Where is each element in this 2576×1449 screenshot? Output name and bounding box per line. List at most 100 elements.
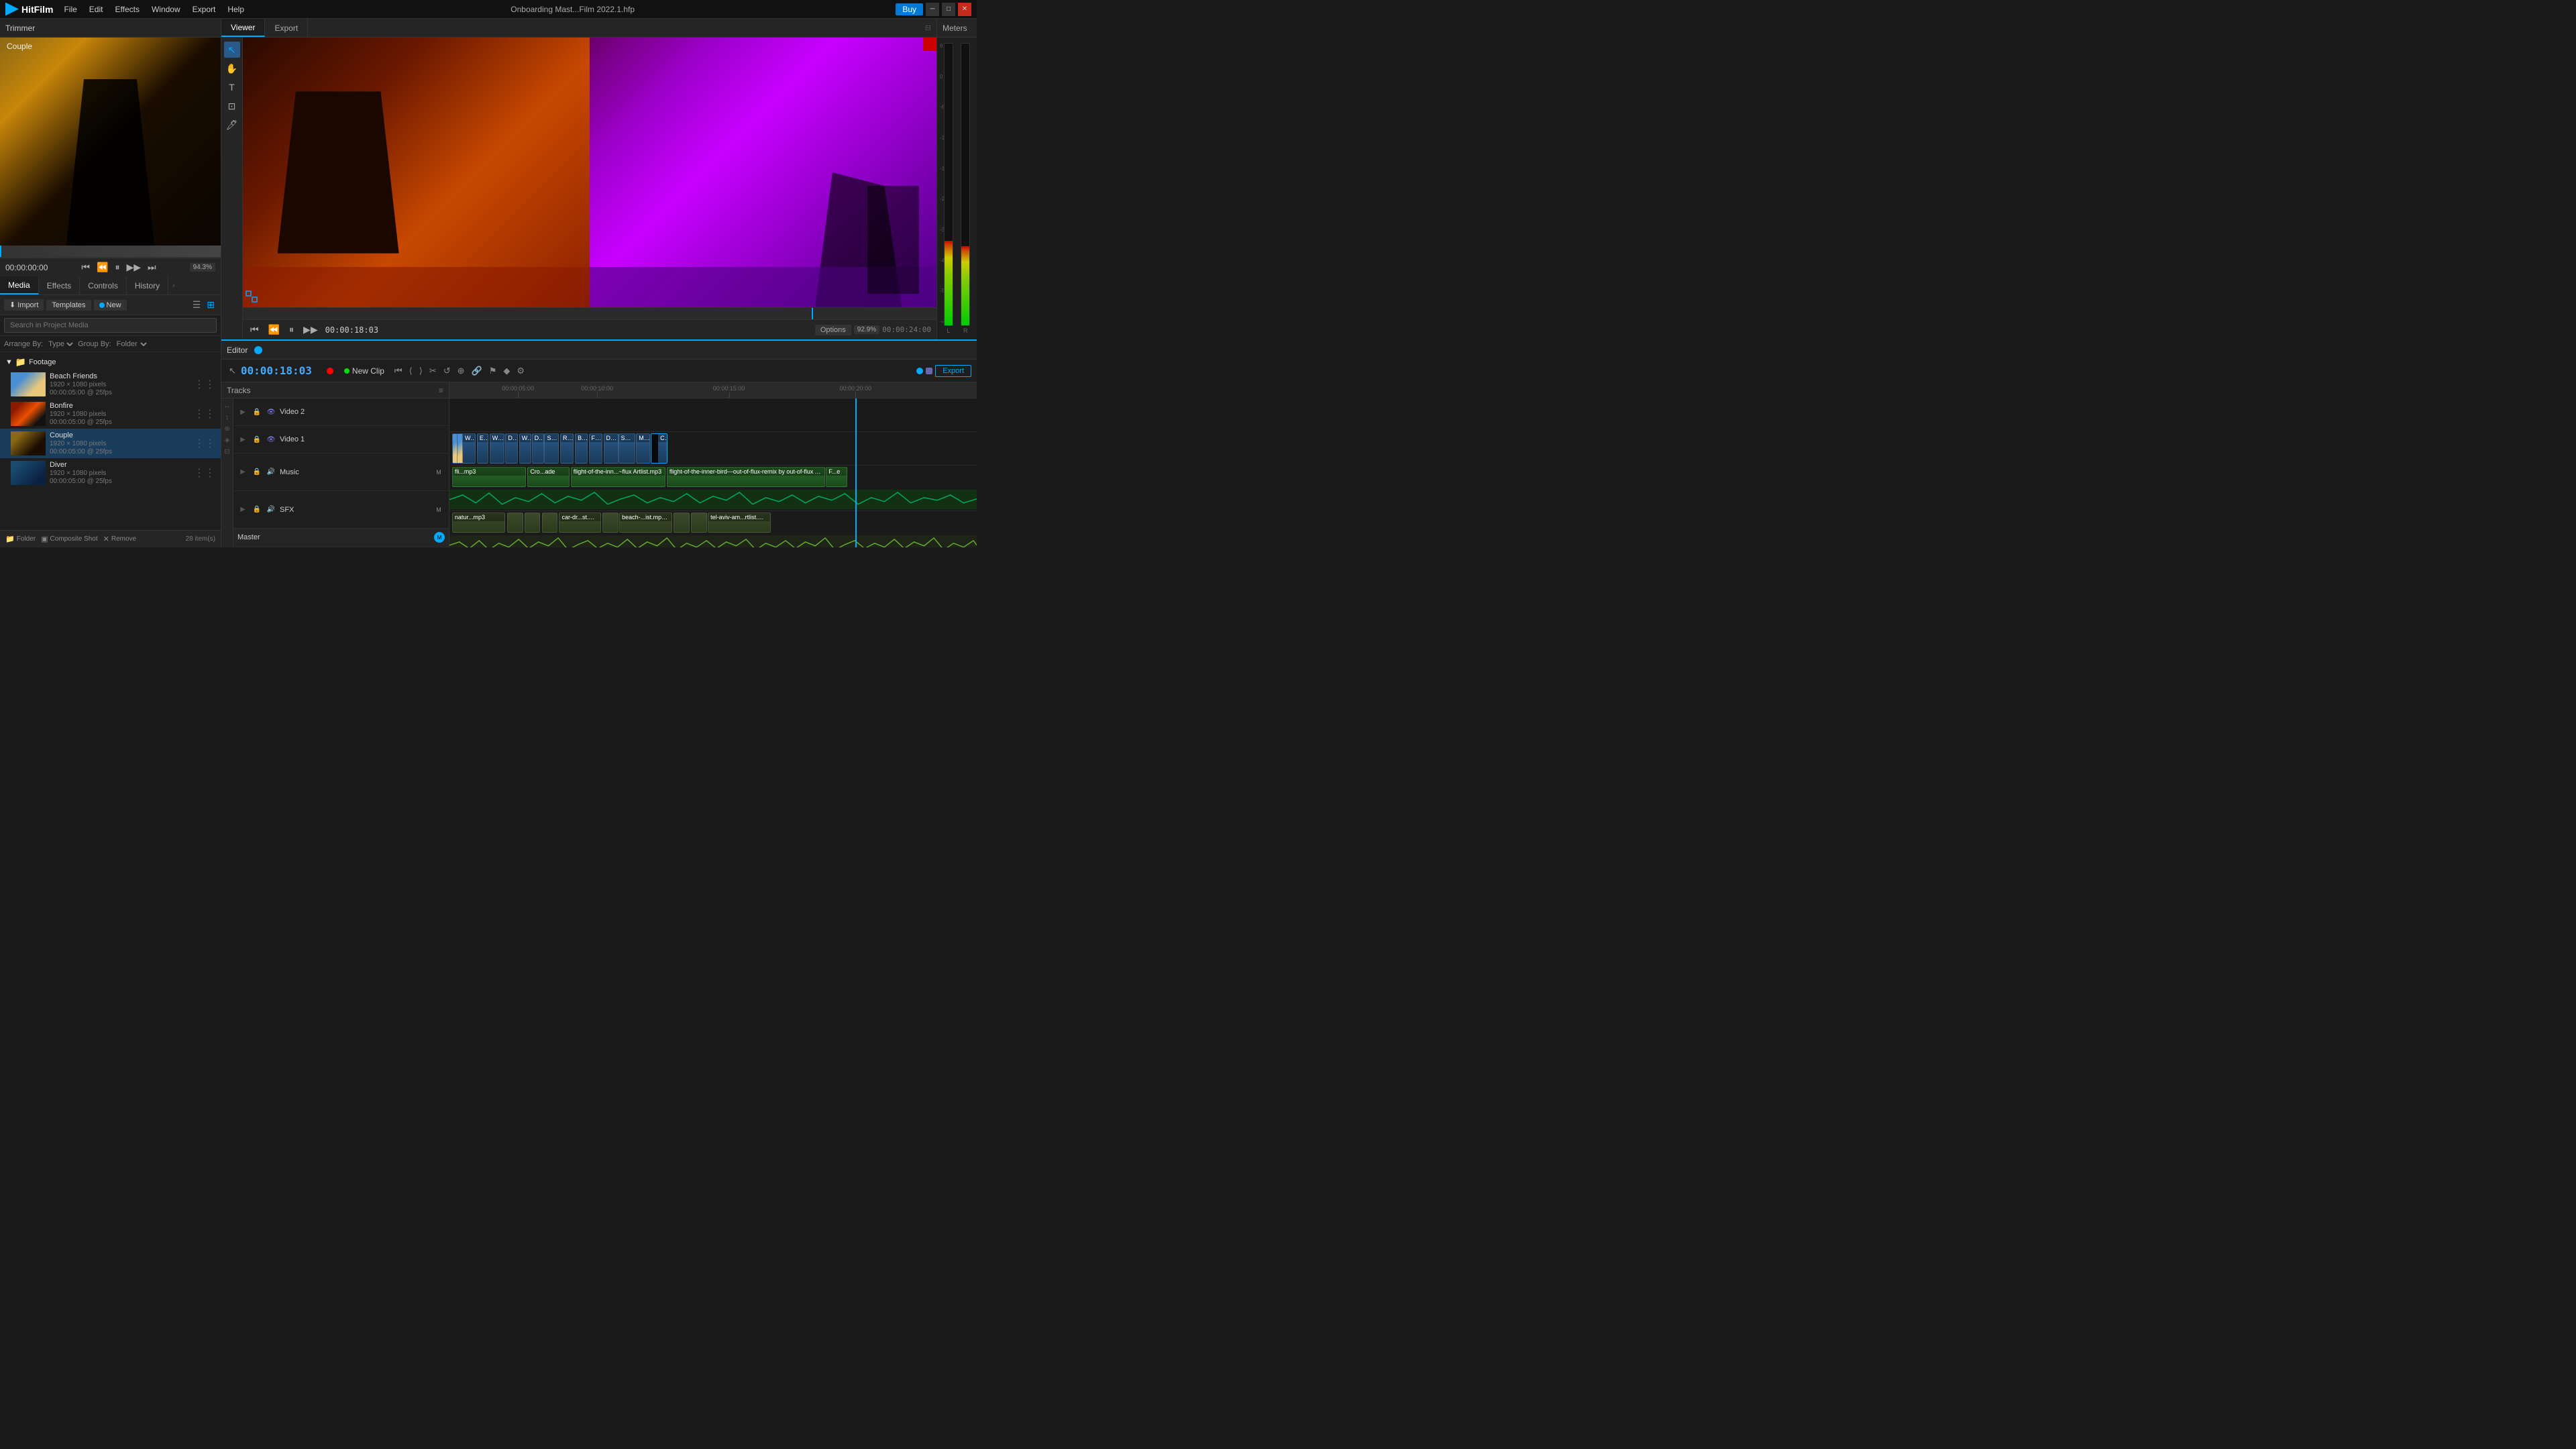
sfx-clip-1[interactable]: natur...mp3 <box>452 513 505 533</box>
folder-tag[interactable]: 📁 Folder <box>5 535 36 543</box>
clip-eye[interactable]: Eye <box>477 433 488 464</box>
couple-options[interactable]: ⋮⋮ <box>194 437 215 450</box>
editor-back-btn[interactable]: ⏮ <box>392 364 405 378</box>
timeline-ruler[interactable]: 00:00:05:00 00:00:10:00 00:00:15:00 00:0… <box>449 382 977 398</box>
beach-friends-options[interactable]: ⋮⋮ <box>194 378 215 391</box>
import-button[interactable]: ⬇ Import <box>4 299 44 311</box>
hand-tool[interactable]: ✋ <box>224 60 240 76</box>
sfx-clip-4[interactable] <box>542 513 558 533</box>
clip-couple[interactable]: Couple <box>651 433 667 464</box>
record-button[interactable] <box>327 368 333 374</box>
sfx-lock-icon[interactable]: 🔒 <box>251 504 263 516</box>
sfx-clip-3[interactable] <box>525 513 541 533</box>
paint-tool[interactable]: 🖊 <box>224 117 240 133</box>
clip-bs[interactable]: B...s <box>575 433 588 464</box>
folder-footage[interactable]: ▼ 📁 Footage <box>0 355 221 370</box>
video2-eye-icon[interactable]: 👁 <box>265 406 277 418</box>
trimmer-step-forward[interactable]: ▶▶ <box>124 262 143 273</box>
close-button[interactable]: ✕ <box>958 3 971 16</box>
clip-woming[interactable]: Wom...ing <box>452 433 476 464</box>
sfx-clip-2[interactable] <box>507 513 523 533</box>
viewer-quality-badge[interactable]: 92.9% <box>854 325 879 334</box>
remove-tag[interactable]: ✕ Remove <box>103 535 136 543</box>
music-clip-3[interactable]: flight-of-the-inn...~flux Artlist.mp3 <box>571 467 665 487</box>
group-by-select[interactable]: Folder <box>114 339 149 349</box>
video1-eye-icon[interactable]: 👁 <box>265 433 277 445</box>
editor-frame-fwd[interactable]: ⟩ <box>417 364 425 378</box>
menu-file[interactable]: File <box>58 3 82 15</box>
tab-effects[interactable]: Effects <box>39 276 80 294</box>
trimmer-play[interactable]: ⏸ <box>113 262 121 273</box>
view-grid-button[interactable]: ⊞ <box>205 299 217 311</box>
music-clip-2[interactable]: Cro...ade <box>527 467 570 487</box>
list-item[interactable]: Diver 1920 × 1080 pixels 00:00:05:00 @ 2… <box>0 458 221 488</box>
list-item[interactable]: Couple 1920 × 1080 pixels 00:00:05:00 @ … <box>0 429 221 458</box>
list-item[interactable]: Bonfire 1920 × 1080 pixels 00:00:05:00 @… <box>0 399 221 429</box>
editor-loop[interactable]: ↺ <box>441 364 453 378</box>
side-tool-2[interactable]: ↕ <box>223 413 232 422</box>
viewer-corner-tool[interactable] <box>246 290 258 305</box>
viewer-goto-start[interactable]: ⏮ <box>248 324 261 335</box>
new-media-button[interactable]: New <box>94 300 127 311</box>
music-mute-btn[interactable]: M <box>433 466 445 478</box>
side-tool-4[interactable]: ◈ <box>223 435 232 445</box>
text-tool[interactable]: T <box>224 79 240 95</box>
side-tool-1[interactable]: ↔ <box>223 401 232 411</box>
buy-button[interactable]: Buy <box>896 3 923 15</box>
video2-lock-icon[interactable]: 🔒 <box>251 406 263 418</box>
bonfire-options[interactable]: ⋮⋮ <box>194 407 215 421</box>
music-clip-4[interactable]: flight-of-the-inner-bird---out-of-flux-r… <box>667 467 825 487</box>
clip-fie[interactable]: Fi...e <box>589 433 602 464</box>
trimmer-playbar[interactable] <box>0 246 221 258</box>
menu-effects[interactable]: Effects <box>109 3 144 15</box>
video1-lock-icon[interactable]: 🔒 <box>251 433 263 445</box>
crop-tool[interactable]: ⊡ <box>224 98 240 114</box>
search-input[interactable] <box>4 318 217 333</box>
editor-snap[interactable]: ⊕ <box>455 364 467 378</box>
music-expand[interactable]: ▶ <box>237 468 248 476</box>
trimmer-goto-start[interactable]: ⏮ <box>79 262 92 273</box>
menu-help[interactable]: Help <box>222 3 250 15</box>
clip-me[interactable]: M...e <box>636 433 649 464</box>
templates-button[interactable]: Templates <box>46 300 91 311</box>
clip-div[interactable]: Div... <box>604 433 619 464</box>
viewer-play-pause[interactable]: ⏸ <box>287 324 296 335</box>
editor-splice[interactable]: ✂ <box>427 364 439 378</box>
menu-edit[interactable]: Edit <box>84 3 109 15</box>
sfx-clip-6[interactable] <box>602 513 619 533</box>
tabs-more-arrow[interactable]: › <box>168 279 178 292</box>
menu-window[interactable]: Window <box>146 3 186 15</box>
editor-link[interactable]: 🔗 <box>470 364 484 378</box>
editor-arrow-tool[interactable]: ↖ <box>227 364 238 378</box>
sfx-speaker-icon[interactable]: 🔊 <box>265 504 277 516</box>
tab-export[interactable]: Export <box>265 19 308 37</box>
sfx-clip-5[interactable]: car-dr...st.mp3 <box>559 513 601 533</box>
diver-options[interactable]: ⋮⋮ <box>194 466 215 480</box>
trimmer-quality-badge[interactable]: 94.3% <box>190 263 215 272</box>
clip-skati[interactable]: Skati... <box>619 433 635 464</box>
editor-frame-back[interactable]: ⟨ <box>407 364 415 378</box>
clip-w1[interactable]: W...1 <box>519 433 531 464</box>
clip-r2[interactable]: R...2 <box>560 433 574 464</box>
tab-controls[interactable]: Controls <box>80 276 127 294</box>
tracks-menu-icon[interactable]: ≡ <box>439 386 443 395</box>
sfx-clip-9[interactable] <box>691 513 707 533</box>
tab-media[interactable]: Media <box>0 276 39 294</box>
music-clip-5[interactable]: F...e <box>826 467 847 487</box>
sfx-clip-10[interactable]: tel-aviv-am...rtlist.mp3 <box>708 513 771 533</box>
tab-viewer[interactable]: Viewer <box>221 19 265 37</box>
arrange-by-select[interactable]: Type <box>46 339 75 349</box>
export-button[interactable]: Export <box>935 365 971 377</box>
select-tool[interactable]: ↖ <box>224 42 240 58</box>
clip-d2[interactable]: D...2 <box>505 433 518 464</box>
viewer-options-button[interactable]: Options <box>815 325 851 335</box>
music-clip-1[interactable]: fli...mp3 <box>452 467 526 487</box>
clip-wo2[interactable]: Wo...2 <box>490 433 504 464</box>
editor-marker[interactable]: ◆ <box>501 364 512 378</box>
video2-expand[interactable]: ▶ <box>237 409 248 416</box>
video1-expand[interactable]: ▶ <box>237 436 248 443</box>
tab-history[interactable]: History <box>127 276 168 294</box>
viewer-step-back[interactable]: ⏪ <box>266 324 282 335</box>
minimize-button[interactable]: ─ <box>926 3 939 16</box>
menu-export[interactable]: Export <box>187 3 221 15</box>
